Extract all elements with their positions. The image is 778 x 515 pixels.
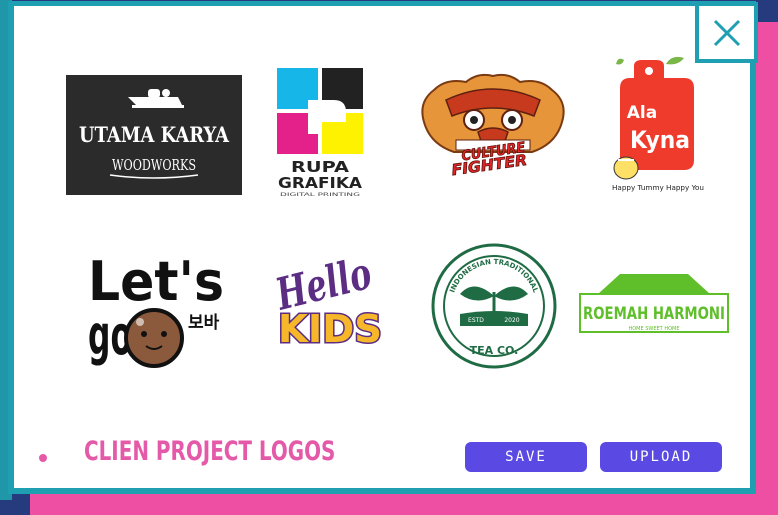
logo-utama-karya-title: UTAMA KARYA: [79, 122, 230, 147]
logo-roemah-harmoni[interactable]: ROEMAH HARMONI HOME SWEET HOME: [576, 270, 732, 342]
logo-tea-co[interactable]: INDONESIAN TRADITIONAL ESTD 2020 TEA CO.: [430, 242, 558, 370]
page-title: CLIEN PROJECT LOGOS: [84, 436, 336, 467]
close-button[interactable]: [695, 2, 758, 63]
logo-tea-co-year: 2020: [504, 317, 519, 324]
logo-lets-go[interactable]: Let's go 보바: [84, 242, 232, 368]
logo-ala-kyna-tagline: Happy Tummy Happy You: [612, 184, 704, 192]
logo-roemah-harmoni-tagline: HOME SWEET HOME: [628, 326, 679, 332]
logo-rupa-line2: GRAFIKA: [278, 174, 362, 192]
logo-utama-karya-subtitle: WOODWORKS: [112, 156, 196, 174]
logo-ala-kyna-line1: Ala: [627, 103, 657, 123]
logo-hello-kids-line2: KIDS: [278, 307, 382, 351]
logo-rupa-grafika[interactable]: RUPA GRAFIKA DIGITAL PRINTING: [274, 66, 366, 198]
logo-rupa-line3: DIGITAL PRINTING: [280, 192, 360, 197]
upload-button[interactable]: UPLOAD: [600, 442, 722, 472]
logo-utama-karya[interactable]: UTAMA KARYA WOODWORKS: [66, 75, 242, 195]
logo-lets-go-korean: 보바: [188, 313, 220, 333]
logo-roemah-harmoni-name: ROEMAH HARMONI: [583, 304, 725, 324]
logo-ala-kyna[interactable]: Ala Kyna Happy Tummy Happy You: [608, 52, 704, 194]
logo-ala-kyna-line2: Kyna: [630, 126, 690, 154]
footer-bullet: [39, 454, 47, 462]
logo-culture-fighter[interactable]: CULTURE FIGHTER: [416, 72, 570, 182]
save-button[interactable]: SAVE: [465, 442, 587, 472]
logo-tea-co-estd: ESTD: [468, 317, 484, 324]
logo-hello-kids[interactable]: Hello KIDS: [270, 244, 386, 368]
logo-tea-co-name: TEA CO.: [470, 344, 519, 357]
close-icon: [713, 19, 740, 46]
